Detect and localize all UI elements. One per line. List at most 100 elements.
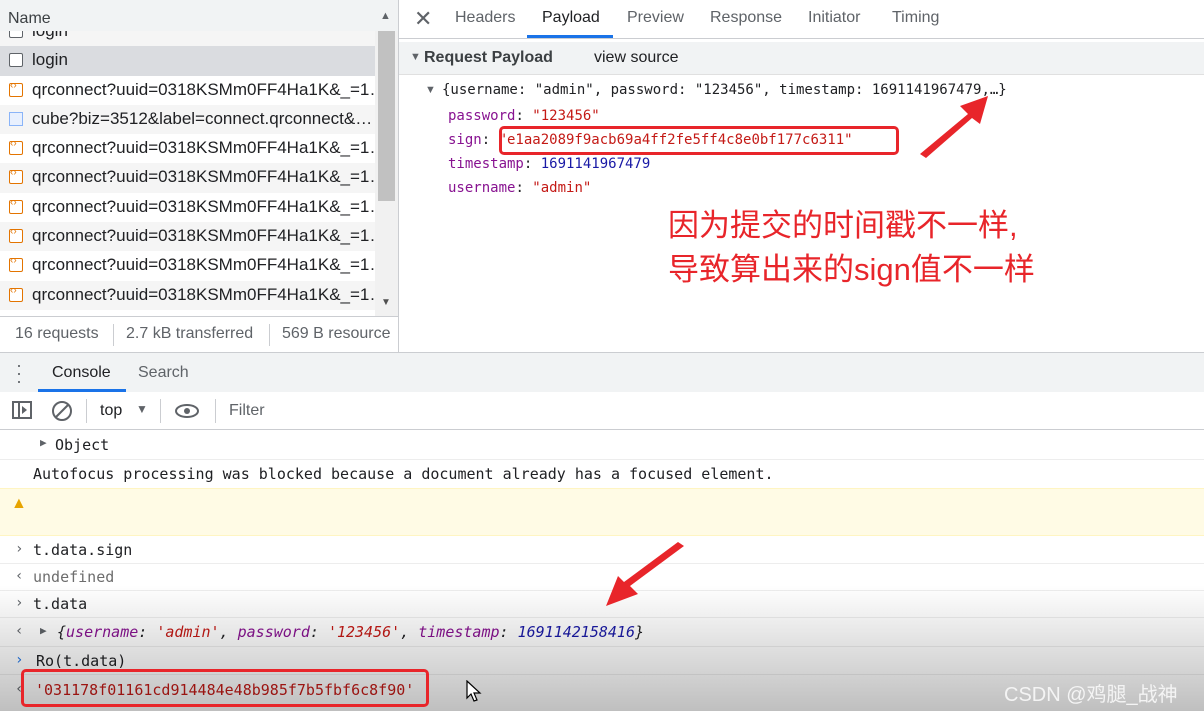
field-key: username: [448, 180, 516, 196]
autofocus-message: Autofocus processing was blocked because…: [33, 465, 774, 483]
xhr-icon: [9, 255, 23, 273]
request-name: qrconnect?uuid=0318KSMm0FF4Ha1K&_=1…: [32, 284, 375, 304]
result-arrow-icon: ‹: [15, 568, 24, 584]
expand-triangle-icon[interactable]: ▼: [410, 51, 421, 63]
result-highlight-box: [21, 669, 429, 707]
sort-arrow-icon[interactable]: ▲: [380, 10, 391, 22]
expand-triangle-icon[interactable]: ▶: [40, 624, 47, 637]
console-command[interactable]: t.data.sign: [33, 541, 132, 559]
scroll-down-icon[interactable]: ▼: [381, 297, 391, 308]
field-value: 1691141967479: [540, 156, 651, 172]
field-key: password: [448, 108, 516, 124]
request-row[interactable]: qrconnect?uuid=0318KSMm0FF4Ha1K&_=1…: [0, 76, 375, 105]
console-result-line: ‹ ▶ {username: 'admin', password: '12345…: [0, 617, 1204, 647]
filter-input[interactable]: Filter: [229, 402, 265, 420]
request-rows: login login qrconnect?uuid=0318KSMm0FF4H…: [0, 31, 375, 316]
tab-initiator[interactable]: Initiator: [808, 9, 860, 27]
field-value: "admin": [532, 180, 592, 196]
annotation-line: 因为提交的时间戳不一样,: [668, 208, 1018, 243]
request-row[interactable]: qrconnect?uuid=0318KSMm0FF4Ha1K&_=1…: [0, 193, 375, 222]
more-options-icon[interactable]: · · ·: [16, 356, 22, 390]
request-count: 16 requests: [15, 325, 99, 342]
xhr-icon: [9, 80, 23, 97]
request-row[interactable]: qrconnect?uuid=0318KSMm0FF4Ha1K&_=1…: [0, 222, 375, 252]
tab-preview[interactable]: Preview: [627, 9, 684, 27]
tab-response[interactable]: Response: [710, 9, 782, 27]
divider: [86, 399, 87, 423]
tab-headers[interactable]: Headers: [455, 9, 515, 27]
image-icon: [9, 111, 23, 126]
active-tab-indicator: [527, 35, 613, 38]
sidebar-toggle-icon[interactable]: [12, 401, 32, 419]
annotation-arrow-icon: [920, 96, 988, 158]
request-payload-title: Request Payload: [424, 49, 553, 66]
xhr-icon: [9, 226, 23, 244]
request-row[interactable]: qrconnect?uuid=0318KSMm0FF4Ha1K&_=1…: [0, 163, 375, 193]
request-name: cube?biz=3512&label=connect.qrconnect&…: [32, 108, 373, 128]
request-name: login: [32, 50, 68, 70]
tab-payload[interactable]: Payload: [542, 9, 600, 27]
payload-field-timestamp: timestamp: 1691141967479: [448, 156, 651, 172]
request-row[interactable]: cube?biz=3512&label=connect.qrconnect&…: [0, 104, 375, 135]
field-value: "123456": [532, 108, 600, 124]
sign-highlight-box: [499, 126, 899, 155]
console-command[interactable]: t.data: [33, 595, 87, 613]
xhr-icon: [9, 197, 23, 214]
transferred-size: 2.7 kB transferred: [126, 325, 254, 342]
console-result: undefined: [33, 568, 115, 586]
annotation-text: 因为提交的时间戳不一样, 导致算出来的sign值不一样: [668, 204, 1035, 292]
request-name: qrconnect?uuid=0318KSMm0FF4Ha1K&_=1…: [32, 79, 375, 99]
object-label[interactable]: Object: [55, 436, 109, 454]
console-command[interactable]: Ro(t.data): [36, 652, 126, 670]
expand-triangle-icon[interactable]: ▶: [40, 436, 47, 449]
request-name: qrconnect?uuid=0318KSMm0FF4Ha1K&_=1…: [32, 167, 375, 187]
document-icon: [9, 53, 23, 68]
request-name: qrconnect?uuid=0318KSMm0FF4Ha1K&_=1…: [32, 255, 375, 275]
detail-tabs: ✕ Headers Payload Preview Response Initi…: [399, 0, 1204, 39]
request-payload-header[interactable]: ▼ Request Payload view source: [399, 42, 1204, 75]
watermark: CSDN @鸡腿_战神: [1004, 684, 1178, 706]
scrollbar-thumb[interactable]: [378, 31, 395, 201]
xhr-icon: [9, 138, 23, 156]
console-message: ▶ Object: [0, 430, 1204, 460]
resource-size: 569 B resource: [282, 325, 391, 342]
tab-search[interactable]: Search: [138, 364, 189, 382]
request-row[interactable]: login: [0, 31, 375, 47]
xhr-icon: [9, 167, 23, 185]
view-source-link[interactable]: view source: [594, 49, 678, 67]
field-key: timestamp: [448, 156, 524, 172]
request-row-selected[interactable]: login: [0, 46, 375, 76]
eye-icon[interactable]: [174, 403, 200, 419]
request-list-scrollbar[interactable]: ▼: [375, 31, 398, 316]
expand-triangle-icon[interactable]: ▼: [425, 84, 436, 96]
prompt-chevron-icon: ›: [15, 541, 24, 557]
tab-console[interactable]: Console: [52, 364, 111, 382]
request-row[interactable]: qrconnect?uuid=0318KSMm0FF4Ha1K&_=1…: [0, 251, 375, 280]
context-selector[interactable]: top: [100, 402, 122, 420]
prompt-chevron-icon: ›: [15, 652, 24, 668]
drawer-tab-bar: · · · Console Search: [0, 352, 1204, 393]
warning-icon: ▲: [11, 495, 27, 512]
console-warning: ▲: [0, 488, 1204, 536]
request-row[interactable]: qrconnect?uuid=0318KSMm0FF4Ha1K&_=1…: [0, 134, 375, 163]
request-row[interactable]: qrconnect?uuid=0318KSMm0FF4Ha1K&_=1…: [0, 280, 375, 310]
network-status-bar: 16 requests 2.7 kB transferred 569 B res…: [0, 316, 398, 353]
tab-timing[interactable]: Timing: [892, 9, 939, 27]
console-toolbar: top ▼ Filter: [0, 392, 1204, 430]
request-name: qrconnect?uuid=0318KSMm0FF4Ha1K&_=1…: [32, 138, 375, 158]
annotation-arrow-icon: [606, 542, 684, 606]
network-request-list: Name ▲ login login qrconnect?uuid=0318KS…: [0, 0, 399, 353]
divider: [113, 324, 114, 346]
request-detail-panel: ✕ Headers Payload Preview Response Initi…: [399, 0, 1204, 352]
payload-field-username: username: "admin": [448, 180, 592, 196]
close-icon[interactable]: ✕: [414, 6, 432, 32]
name-column-label: Name: [8, 10, 51, 27]
console-message: Autofocus processing was blocked because…: [0, 459, 1204, 489]
divider: [269, 324, 270, 346]
mouse-cursor-icon: [466, 680, 482, 702]
prompt-chevron-icon: ›: [15, 595, 24, 611]
console-object-preview[interactable]: {username: 'admin', password: '123456', …: [57, 623, 644, 641]
clear-console-icon[interactable]: [51, 400, 73, 422]
request-name: login: [32, 31, 68, 41]
chevron-down-icon[interactable]: ▼: [136, 402, 148, 416]
